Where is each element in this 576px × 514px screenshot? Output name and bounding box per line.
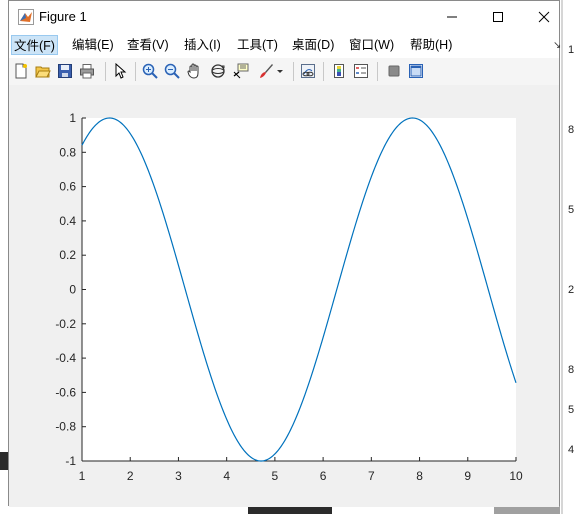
background-text: 8 [568,364,575,376]
y-tick-label: 1 [69,111,76,125]
close-button[interactable] [521,1,567,32]
brush-dropdown-button[interactable] [275,61,285,81]
chevron-down-icon [277,70,283,73]
window-title: Figure 1 [39,9,87,24]
background-window-fragment [248,506,332,514]
minimize-icon [447,16,457,17]
background-text: 8 [568,124,575,136]
toolbar-separator [323,62,324,81]
new-figure-icon [15,63,27,79]
y-tick-label: -0.6 [55,385,76,399]
toolbar-separator [105,62,106,81]
pan-icon [187,63,199,79]
open-file-button[interactable] [33,61,53,81]
background-text: 5 [568,204,575,216]
data-cursor-icon [233,63,249,79]
y-tick-label: -0.4 [55,351,76,365]
insert-colorbar-button[interactable] [329,61,349,81]
axes[interactable]: 1 2 3 4 5 6 7 8 9 10 1 0.8 0.6 0.4 0.2 0 -0.2 -0.4 -0.6 -0.… [9,85,559,505]
show-plot-tools-icon [409,64,423,78]
y-tick-label: 0 [69,283,76,297]
toolbar-separator [293,62,294,81]
x-tick-label: 2 [127,469,134,483]
menu-tools[interactable]: 工具(T) [235,35,280,55]
link-plot-icon [301,64,315,78]
background-text: 2 [568,284,575,296]
menu-file[interactable]: 文件(F) [11,35,58,55]
background-text: 1 [568,44,575,56]
minimize-button[interactable] [429,1,475,32]
insert-legend-button[interactable] [351,61,371,81]
menu-edit[interactable]: 编辑(E) [70,35,116,55]
zoom-in-icon [142,63,158,79]
figure-window: Figure 1 文件(F) 编辑(E) 查看(V) 插入(I) 工具(T) 桌… [8,0,561,507]
menu-view[interactable]: 查看(V) [125,35,171,55]
title-bar[interactable]: Figure 1 [9,1,559,32]
new-figure-button[interactable] [11,61,31,81]
maximize-icon [493,11,503,22]
maximize-button[interactable] [475,1,521,32]
menu-desktop[interactable]: 桌面(D) [290,35,336,55]
y-tick-label: 0.2 [59,248,76,262]
figure-toolbar [9,58,559,86]
save-icon [58,64,72,78]
legend-icon [354,64,368,78]
x-tick-label: 1 [79,469,86,483]
close-icon [538,11,550,22]
y-tick-label: -0.2 [55,317,76,331]
toolbar-separator [135,62,136,81]
background-text: 5 [568,404,575,416]
figure-canvas: 1 2 3 4 5 6 7 8 9 10 1 0.8 0.6 0.4 0.2 0 -0.2 -0.4 -0.6 -0.… [9,85,559,507]
brush-button[interactable] [256,61,276,81]
background-window-fragment [494,506,560,514]
menu-help[interactable]: 帮助(H) [408,35,454,55]
x-tick-label: 6 [320,469,327,483]
zoom-in-button[interactable] [140,61,160,81]
brush-icon [260,64,273,78]
toolbar-separator [377,62,378,81]
show-plot-tools-button[interactable] [406,61,426,81]
hide-plot-tools-button[interactable] [384,61,404,81]
hide-plot-tools-icon [388,65,400,77]
print-button[interactable] [77,61,97,81]
y-tick-label: -0.8 [55,420,76,434]
menu-bar: 文件(F) 编辑(E) 查看(V) 插入(I) 工具(T) 桌面(D) 窗口(W… [9,32,561,59]
open-file-icon [35,66,51,78]
zoom-out-button[interactable] [162,61,182,81]
y-tick-label: -1 [65,454,76,468]
background-text: 4 [568,444,575,456]
matlab-logo-icon [18,9,34,25]
data-cursor-button[interactable] [231,61,251,81]
background-window-edge [561,0,563,514]
pan-button[interactable] [184,61,204,81]
rotate-3d-button[interactable] [208,61,228,81]
x-tick-label: 4 [223,469,230,483]
colorbar-icon [334,64,344,78]
zoom-out-icon [164,63,180,79]
x-tick-label: 5 [272,469,279,483]
menu-window[interactable]: 窗口(W) [347,35,396,55]
y-tick-label: 0.4 [59,214,76,228]
x-tick-label: 8 [416,469,423,483]
x-tick-label: 3 [175,469,182,483]
link-plot-button[interactable] [298,61,318,81]
print-icon [80,64,94,79]
pointer-icon [115,63,127,79]
y-tick-label: 0.8 [59,145,76,159]
menu-overflow-arrow-icon[interactable]: ↘ [553,40,561,51]
save-button[interactable] [55,61,75,81]
x-tick-label: 10 [509,469,523,483]
y-tick-label: 0.6 [59,180,76,194]
x-tick-label: 7 [368,469,375,483]
edit-plot-button[interactable] [110,61,130,81]
rotate-3d-icon [211,64,225,78]
x-tick-label: 9 [464,469,471,483]
menu-insert[interactable]: 插入(I) [182,35,223,55]
